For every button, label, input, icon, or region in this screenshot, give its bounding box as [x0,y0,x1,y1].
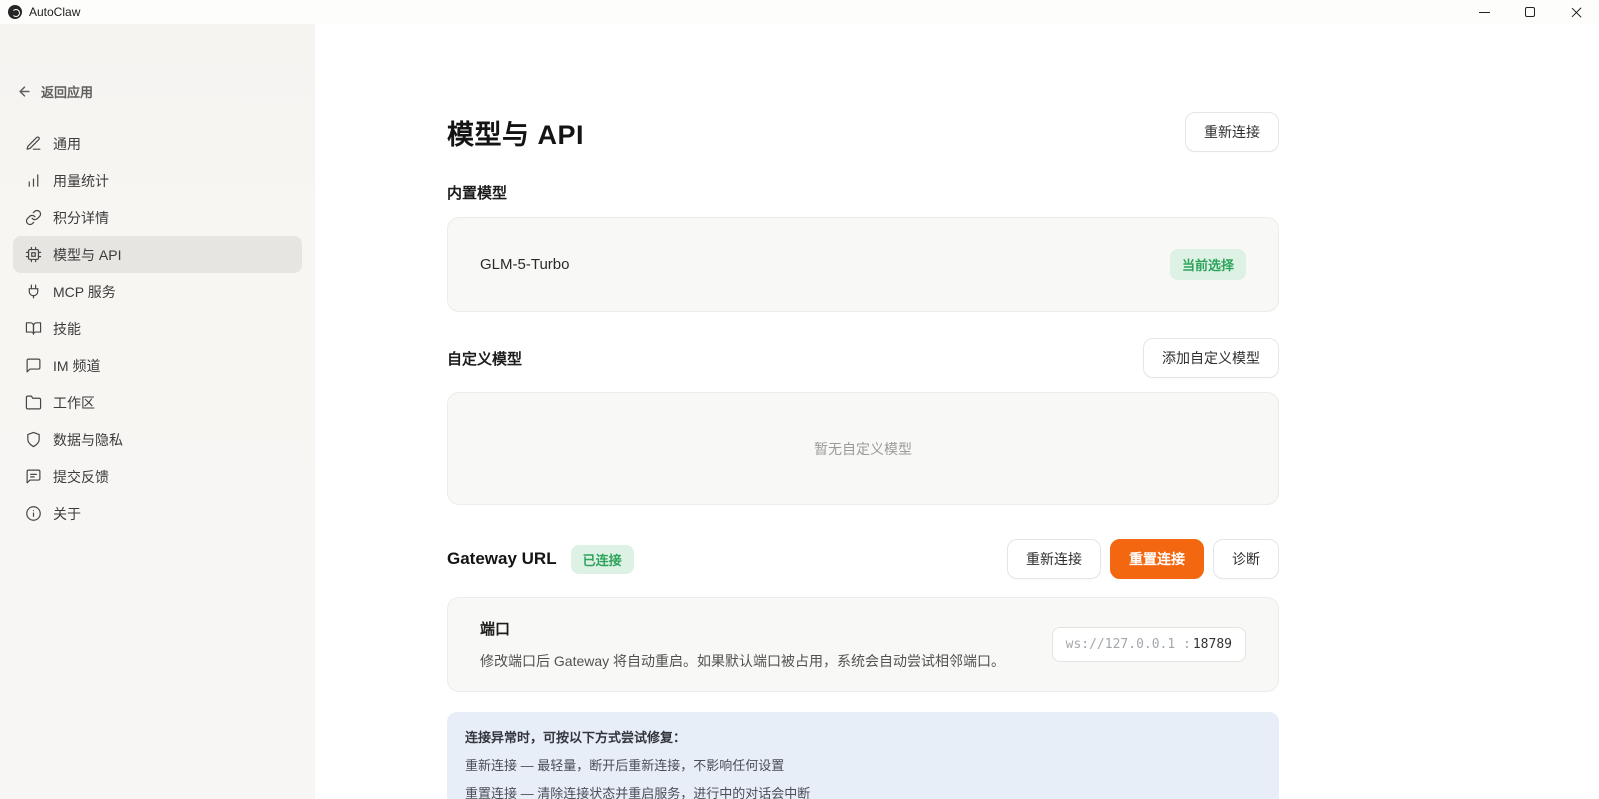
sidebar-nav: 通用 用量统计 积分详情 模型与 API MCP 服务 [13,125,302,532]
sidebar-item-privacy[interactable]: 数据与隐私 [13,421,302,458]
app-title: AutoClaw [29,5,80,19]
sidebar-item-label: 数据与隐私 [53,430,123,450]
gateway-reset-button[interactable]: 重置连接 [1110,539,1204,579]
gateway-diagnose-button[interactable]: 诊断 [1213,539,1279,579]
back-to-app-button[interactable]: 返回应用 [17,82,298,101]
sidebar-item-models-api[interactable]: 模型与 API [13,236,302,273]
custom-models-empty-card: 暂无自定义模型 [447,392,1279,505]
app-logo-icon [8,5,22,19]
sidebar-item-about[interactable]: 关于 [13,495,302,532]
folder-icon [25,394,42,411]
connection-help-box: 连接异常时，可按以下方式尝试修复： 重新连接 — 最轻量，断开后重新连接，不影响… [447,712,1279,799]
builtin-model-card: GLM-5-Turbo 当前选择 [447,217,1279,312]
sidebar-item-label: MCP 服务 [53,282,116,302]
sidebar-item-label: IM 频道 [53,356,100,376]
sidebar-item-label: 用量统计 [53,171,109,191]
port-input[interactable]: ws://127.0.0.1 : 18789 [1052,627,1246,662]
sidebar-item-label: 模型与 API [53,245,121,265]
minimize-button[interactable] [1461,0,1507,24]
window-controls [1461,0,1599,24]
maximize-button[interactable] [1507,0,1553,24]
port-description: 修改端口后 Gateway 将自动重启。如果默认端口被占用，系统会自动尝试相邻端… [480,651,1005,671]
sidebar-item-label: 提交反馈 [53,467,109,487]
builtin-models-heading: 内置模型 [447,182,1279,203]
sidebar-item-credits[interactable]: 积分详情 [13,199,302,236]
port-card-text: 端口 修改端口后 Gateway 将自动重启。如果默认端口被占用，系统会自动尝试… [480,618,1005,671]
reconnect-top-button[interactable]: 重新连接 [1185,112,1279,152]
sidebar-item-mcp[interactable]: MCP 服务 [13,273,302,310]
port-value: 18789 [1193,637,1232,652]
shield-icon [25,431,42,448]
port-title: 端口 [480,618,1005,639]
page-title: 模型与 API [447,113,584,152]
sidebar-item-workspace[interactable]: 工作区 [13,384,302,421]
info-icon [25,505,42,522]
book-icon [25,320,42,337]
titlebar-left: AutoClaw [0,5,80,19]
port-card: 端口 修改端口后 Gateway 将自动重启。如果默认端口被占用，系统会自动尝试… [447,597,1279,692]
custom-models-heading: 自定义模型 [447,348,522,369]
sidebar-item-feedback[interactable]: 提交反馈 [13,458,302,495]
help-title: 连接异常时，可按以下方式尝试修复： [465,727,1261,746]
arrow-left-icon [17,84,32,99]
empty-state-text: 暂无自定义模型 [814,439,912,459]
model-name: GLM-5-Turbo [480,256,569,273]
minimize-icon [1479,12,1490,13]
bar-chart-icon [25,172,42,189]
maximize-icon [1525,7,1535,17]
gateway-url-title: Gateway URL [447,549,557,569]
sidebar-item-label: 积分详情 [53,208,109,228]
connected-status-badge: 已连接 [571,545,634,574]
sidebar-item-label: 关于 [53,504,81,524]
back-label: 返回应用 [41,82,93,101]
titlebar: AutoClaw [0,0,1599,24]
sidebar-item-general[interactable]: 通用 [13,125,302,162]
sidebar-item-label: 工作区 [53,393,95,413]
sidebar-item-label: 技能 [53,319,81,339]
app-window: AutoClaw 返回应用 通用 用量统计 [0,0,1599,799]
sidebar-item-im-channels[interactable]: IM 频道 [13,347,302,384]
close-icon [1571,7,1582,18]
sidebar-item-usage[interactable]: 用量统计 [13,162,302,199]
close-button[interactable] [1553,0,1599,24]
sidebar-item-skills[interactable]: 技能 [13,310,302,347]
main-panel: 模型与 API 重新连接 内置模型 GLM-5-Turbo 当前选择 自定义模型… [315,24,1599,799]
plug-icon [25,283,42,300]
chat-icon [25,357,42,374]
pencil-icon [25,135,42,152]
settings-sidebar: 返回应用 通用 用量统计 积分详情 模型与 API [0,24,315,799]
cpu-icon [25,246,42,263]
add-custom-model-button[interactable]: 添加自定义模型 [1143,338,1279,378]
port-url-prefix: ws://127.0.0.1 : [1066,637,1191,652]
current-selection-badge: 当前选择 [1170,249,1246,280]
link-icon [25,209,42,226]
help-line-reset: 重置连接 — 清除连接状态并重启服务，进行中的对话会中断 [465,783,1261,799]
help-line-reconnect: 重新连接 — 最轻量，断开后重新连接，不影响任何设置 [465,755,1261,774]
sidebar-item-label: 通用 [53,134,81,154]
feedback-icon [25,468,42,485]
gateway-reconnect-button[interactable]: 重新连接 [1007,539,1101,579]
